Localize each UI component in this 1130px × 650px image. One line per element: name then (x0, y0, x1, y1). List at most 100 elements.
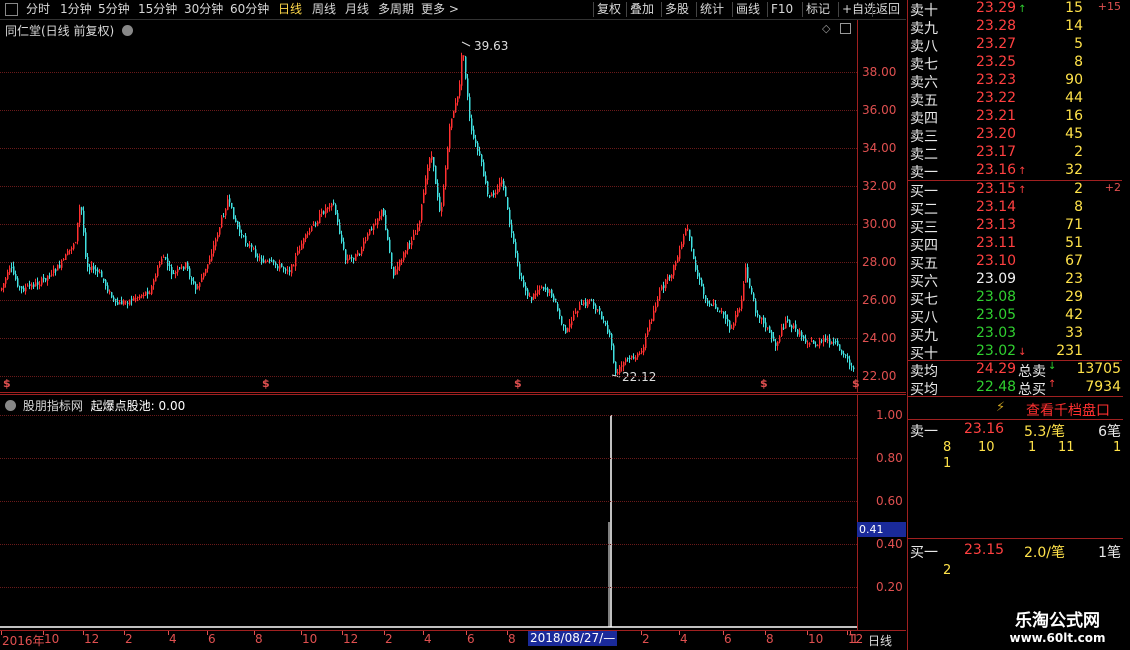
candle-body (297, 250, 299, 255)
bid-row-7[interactable]: 买八 23.05 42 (908, 307, 1123, 326)
toolbar-button-5[interactable]: F10 (771, 0, 793, 19)
candle-body (229, 198, 231, 203)
candle-body (183, 266, 185, 270)
candle-body (349, 256, 351, 260)
period-button-10[interactable]: 更多 > (421, 0, 459, 19)
toolbar-button-6[interactable]: 标记 (806, 0, 830, 19)
candle-body (475, 139, 477, 144)
candle-body (55, 269, 57, 272)
level-volume: 231 (1056, 343, 1083, 359)
candle-body (717, 307, 719, 310)
period-button-3[interactable]: 15分钟 (138, 0, 177, 19)
candle-body (673, 265, 675, 276)
indicator-chart[interactable]: 股朋指标网 起爆点股池: 0.00 0.41 1.00 0.80 0.60 0.40 0… (0, 394, 906, 631)
period-label[interactable]: 日线 (868, 632, 892, 649)
candle-body (385, 215, 387, 231)
candle-body (5, 278, 7, 284)
candle-body (157, 267, 159, 276)
period-button-4[interactable]: 30分钟 (184, 0, 223, 19)
candle-body (465, 56, 467, 79)
level-volume: 44 (1065, 90, 1083, 106)
cursor-value-box: 0.41 (857, 522, 906, 537)
candle-body (111, 292, 113, 298)
period-button-7[interactable]: 周线 (312, 0, 336, 19)
candle-body (305, 234, 307, 239)
period-button-2[interactable]: 5分钟 (98, 0, 130, 19)
candle-body (805, 338, 807, 343)
bid-row-5[interactable]: 买六 23.09 23 (908, 271, 1123, 290)
candle-body (659, 290, 661, 300)
candle-body (469, 97, 471, 118)
candle-body (301, 243, 303, 250)
kline-chart[interactable]: 同仁堂(日线 前复权) ◇ 39.63 22.12 38.00 36.00 34.00… (0, 20, 906, 393)
candle-body (617, 372, 619, 374)
candle-body (719, 310, 721, 312)
period-button-9[interactable]: 多周期 (378, 0, 414, 19)
level-price: 23.17 (976, 144, 1017, 160)
toolbar-button-7[interactable]: +自选 (842, 0, 876, 19)
candle-body (571, 321, 573, 326)
bid-row-3[interactable]: 买四 23.11 51 (908, 235, 1123, 254)
bid-row-1[interactable]: 买二 23.14 8 (908, 199, 1123, 218)
ask-row-0[interactable]: 卖十 23.29 ↑ 15 +15 (908, 0, 1123, 19)
ask-row-9[interactable]: 卖一 23.16 ↑ 32 (908, 162, 1123, 181)
grid-line (0, 262, 857, 263)
candle-body (693, 249, 695, 259)
candle-body (739, 309, 741, 311)
bid-row-0[interactable]: 买一 23.15 ↑ 2 +2 (908, 181, 1123, 200)
period-button-6[interactable]: 日线 (278, 0, 302, 19)
event-marker-icon[interactable]: $ (852, 377, 860, 390)
candle-body (165, 257, 167, 259)
event-marker-icon[interactable]: $ (760, 377, 768, 390)
period-button-1[interactable]: 1分钟 (60, 0, 92, 19)
bid-row-4[interactable]: 买五 23.10 67 (908, 253, 1123, 272)
level-price: 23.15 ↑ (976, 181, 1027, 197)
date-tick-label: 8 (255, 632, 263, 646)
view-1000-button[interactable]: 查看千档盘口 (1026, 400, 1110, 420)
candle-body (365, 240, 367, 242)
toolbar-button-2[interactable]: 多股 (665, 0, 689, 19)
candle-body (749, 278, 751, 287)
candle-body (851, 366, 853, 368)
toolbar-button-3[interactable]: 统计 (700, 0, 724, 19)
bid-row-8[interactable]: 买九 23.03 33 (908, 325, 1123, 344)
candle-body (309, 231, 311, 234)
toolbar-button-0[interactable]: 复权 (597, 0, 621, 19)
bid-row-2[interactable]: 买三 23.13 71 (908, 217, 1123, 236)
ask-row-2[interactable]: 卖八 23.27 5 (908, 36, 1123, 55)
ask-row-7[interactable]: 卖三 23.20 45 (908, 126, 1123, 145)
toolbar-button-4[interactable]: 画线 (736, 0, 760, 19)
candle-body (241, 234, 243, 236)
level-volume: 32 (1065, 162, 1083, 178)
candle-body (91, 266, 93, 270)
candle-body (527, 289, 529, 296)
bid-row-9[interactable]: 买十 23.02 ↓ 231 (908, 343, 1123, 362)
indicator-tick-label: 0.60 (876, 494, 903, 508)
event-marker-icon[interactable]: $ (3, 377, 11, 390)
candle-body (445, 167, 447, 187)
toolbar-button-1[interactable]: 叠加 (630, 0, 654, 19)
ask-row-4[interactable]: 卖六 23.23 90 (908, 72, 1123, 91)
ask-row-6[interactable]: 卖四 23.21 16 (908, 108, 1123, 127)
level-price: 23.02 ↓ (976, 343, 1027, 359)
event-marker-icon[interactable]: $ (262, 377, 270, 390)
event-marker-icon[interactable]: $ (514, 377, 522, 390)
collapse-square-icon[interactable] (5, 3, 18, 16)
candle-body (355, 254, 357, 261)
bid-row-6[interactable]: 买七 23.08 29 (908, 289, 1123, 308)
candle-body (97, 269, 99, 273)
ask-row-8[interactable]: 卖二 23.17 2 (908, 144, 1123, 163)
period-button-5[interactable]: 60分钟 (230, 0, 269, 19)
toolbar-button-8[interactable]: 返回 (876, 0, 900, 19)
period-button-0[interactable]: 分时 (26, 0, 50, 19)
candle-body (403, 252, 405, 261)
period-button-8[interactable]: 月线 (345, 0, 369, 19)
ask-row-5[interactable]: 卖五 23.22 44 (908, 90, 1123, 109)
candle-body (501, 180, 503, 184)
candle-body (49, 275, 51, 277)
candle-body (577, 310, 579, 314)
ask-row-1[interactable]: 卖九 23.28 14 (908, 18, 1123, 37)
ask-row-3[interactable]: 卖七 23.25 8 (908, 54, 1123, 73)
candle-body (685, 228, 687, 236)
view-1000-row[interactable]: ⚡ 查看千档盘口 (908, 398, 1123, 420)
